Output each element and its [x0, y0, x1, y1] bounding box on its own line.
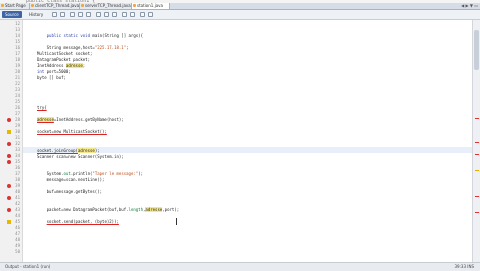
code-editor[interactable]: public static void main(String [] args){…	[23, 20, 472, 262]
error-stripe-marker[interactable]	[475, 142, 479, 143]
java-file-icon	[133, 4, 136, 7]
line-number-gutter: 12 13 14 15 16 17 18 19 20 21 22 23 24 2…	[0, 20, 23, 262]
back-icon[interactable]	[52, 12, 57, 17]
line-number: 14	[15, 33, 20, 38]
line-number: 19	[15, 63, 20, 68]
error-stripe-marker[interactable]	[475, 118, 479, 119]
code-line: byte [] buf;	[37, 75, 66, 80]
error-marker-icon[interactable]	[7, 154, 11, 158]
line-number: 26	[15, 105, 20, 110]
code-line: packet=new DatagramPacket(buf,buf.length…	[46, 207, 180, 212]
warning-marker-icon[interactable]	[7, 220, 11, 224]
code-line: socket=new MulticastSocket();	[37, 129, 107, 134]
line-number: 20	[15, 69, 20, 74]
tab-start-page[interactable]: Start Page	[0, 3, 30, 9]
history-button[interactable]: History	[26, 11, 46, 18]
code-line: try{	[37, 105, 47, 110]
line-number: 16	[15, 45, 20, 50]
code-line: buf=message.getBytes();	[46, 189, 103, 194]
line-number: 36	[15, 165, 20, 170]
error-marker-icon[interactable]	[7, 160, 11, 164]
vertical-scrollbar[interactable]	[472, 20, 480, 262]
macro-stop-icon[interactable]	[130, 12, 135, 17]
line-number: 47	[15, 231, 20, 236]
shift-left-icon[interactable]	[104, 12, 109, 17]
line-number: 46	[15, 225, 20, 230]
line-number: 27	[15, 111, 20, 116]
line-number: 44	[15, 213, 20, 218]
line-number: 13	[15, 27, 20, 32]
line-number: 17	[15, 51, 20, 56]
forward-icon[interactable]	[60, 12, 65, 17]
line-number: 12	[15, 21, 20, 26]
warning-stripe-marker[interactable]	[475, 170, 479, 171]
code-line: String message,host="225.17.18.1";	[46, 45, 129, 50]
line-number: 29	[15, 123, 20, 128]
code-line: InetAddress adresse;	[37, 63, 86, 68]
error-stripe-marker[interactable]	[475, 154, 479, 155]
line-number: 22	[15, 81, 20, 86]
line-number: 15	[15, 39, 20, 44]
code-line: socket.joinGroup(adresse);	[37, 148, 100, 153]
line-number: 21	[15, 75, 20, 80]
find-prev-icon[interactable]	[78, 12, 83, 17]
line-number: 40	[15, 189, 20, 194]
find-icon[interactable]	[70, 12, 75, 17]
code-line: socket.send(packet, (byte)2));	[46, 219, 119, 224]
error-marker-icon[interactable]	[7, 196, 11, 200]
text-cursor	[176, 218, 177, 225]
line-number: 48	[15, 237, 20, 242]
error-marker-icon[interactable]	[7, 208, 11, 212]
editor-tab-bar: Start Page clientTCP_Thread.java serverT…	[0, 3, 480, 10]
code-line: System.out.println("Taper le message:");	[46, 171, 144, 176]
line-number: 50	[15, 249, 20, 254]
tab-scroll-arrows[interactable]: ◀ ▶ ▼ ▭	[461, 3, 478, 9]
line-number: 33	[15, 147, 20, 152]
line-number: 23	[15, 87, 20, 92]
warning-marker-icon[interactable]	[7, 130, 11, 134]
code-line: MulticastSocket socket;	[37, 51, 93, 56]
scrollbar-thumb[interactable]	[474, 30, 479, 70]
find-next-icon[interactable]	[86, 12, 91, 17]
java-file-icon	[31, 4, 34, 7]
shift-right-icon[interactable]	[112, 12, 117, 17]
editor-toolbar: Source History	[0, 10, 480, 20]
code-line: DatagramPacket packet;	[37, 57, 90, 62]
java-file-icon	[81, 4, 84, 7]
comment-icon[interactable]	[140, 12, 145, 17]
line-number: 31	[15, 135, 20, 140]
tab-station1[interactable]: station1.java	[132, 3, 170, 9]
error-stripe-marker[interactable]	[475, 196, 479, 197]
source-button[interactable]: Source	[2, 11, 22, 18]
uncomment-icon[interactable]	[148, 12, 153, 17]
page-icon	[1, 4, 4, 7]
line-number: 49	[15, 243, 20, 248]
tab-servertcp-thread[interactable]: serverTCP_Thread.java	[80, 3, 132, 9]
error-marker-icon[interactable]	[7, 142, 11, 146]
code-line: adresse=InetAddress.getByName(host);	[37, 117, 124, 122]
code-line: public static void main(String [] args){	[46, 33, 143, 38]
line-number: 18	[15, 57, 20, 62]
line-number: 37	[15, 171, 20, 176]
tab-clienttcp-thread[interactable]: clientTCP_Thread.java	[30, 3, 80, 9]
error-marker-icon[interactable]	[7, 118, 11, 122]
error-stripe-marker[interactable]	[475, 212, 479, 213]
code-line: Scanner scan=new Scanner(System.in);	[37, 154, 124, 159]
error-marker-icon[interactable]	[7, 184, 11, 188]
line-number: 24	[15, 93, 20, 98]
line-number: 25	[15, 99, 20, 104]
code-line: message=scan.nextLine();	[46, 177, 105, 182]
toggle-highlight-icon[interactable]	[96, 12, 101, 17]
line-number: 38	[15, 177, 20, 182]
macro-record-icon[interactable]	[122, 12, 127, 17]
line-number: 42	[15, 201, 20, 206]
code-line: int port=5000;	[37, 69, 71, 74]
